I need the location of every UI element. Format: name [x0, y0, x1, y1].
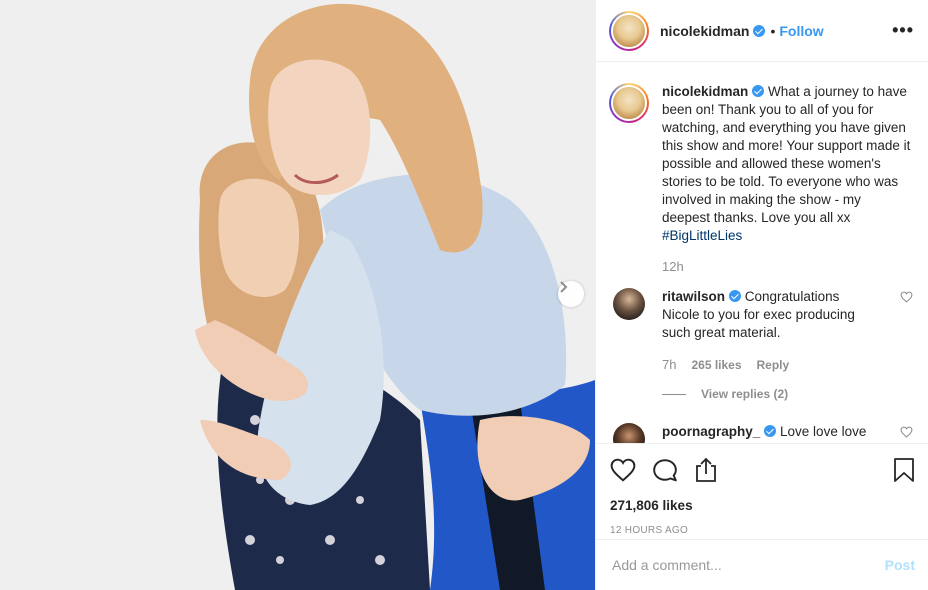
- follow-button[interactable]: Follow: [779, 23, 823, 39]
- comment-username[interactable]: ritawilson: [662, 289, 725, 304]
- comment-item: ritawilson Congratulations Nicole to you…: [609, 288, 913, 403]
- likes-count[interactable]: 271,806 likes: [610, 498, 915, 513]
- post-actions: 271,806 likes 12 HOURS AGO: [596, 443, 928, 536]
- post-photo[interactable]: [0, 0, 595, 590]
- post-header: nicolekidman • Follow •••: [596, 0, 928, 62]
- comment-icon: [653, 459, 677, 482]
- reply-button[interactable]: Reply: [757, 358, 790, 372]
- comment-text: Love love love: [780, 424, 867, 439]
- hashtag-link[interactable]: #BigLittleLies: [662, 228, 742, 243]
- comment-meta: 7h 265 likes Reply: [662, 356, 877, 374]
- comment-input[interactable]: Add a comment...: [612, 557, 722, 573]
- like-button[interactable]: [610, 458, 636, 482]
- caption-username[interactable]: nicolekidman: [662, 84, 748, 99]
- caption: nicolekidman What a journey to have been…: [609, 83, 913, 276]
- more-options-button[interactable]: •••: [892, 20, 914, 41]
- avatar[interactable]: [613, 423, 645, 443]
- heart-icon[interactable]: [900, 291, 913, 303]
- view-replies-label: View replies (2): [701, 387, 789, 401]
- next-photo-button[interactable]: [558, 281, 584, 307]
- separator-dot: •: [770, 22, 776, 39]
- verified-badge-icon: [753, 24, 766, 37]
- verified-badge-icon: [729, 290, 742, 302]
- bookmark-icon: [894, 458, 914, 482]
- save-button[interactable]: [893, 457, 915, 483]
- header-username[interactable]: nicolekidman: [660, 23, 749, 39]
- post-side-panel: nicolekidman • Follow ••• nicolekidman W…: [595, 0, 928, 590]
- comment-likes[interactable]: 265 likes: [691, 358, 741, 372]
- view-replies-button[interactable]: View replies (2): [662, 385, 877, 403]
- avatar[interactable]: [613, 288, 645, 320]
- verified-badge-icon: [752, 85, 765, 97]
- avatar[interactable]: [609, 10, 649, 51]
- caption-text: What a journey to have been on! Thank yo…: [662, 84, 911, 225]
- chevron-right-icon: [560, 281, 568, 293]
- divider: [662, 393, 686, 395]
- photo-illustration: [0, 0, 595, 590]
- share-icon: [696, 457, 716, 482]
- comment-time: 7h: [662, 357, 677, 372]
- avatar[interactable]: [609, 83, 649, 123]
- heart-icon[interactable]: [900, 426, 913, 438]
- heart-icon: [610, 458, 636, 482]
- verified-badge-icon: [764, 425, 777, 437]
- comment-username[interactable]: poornagraphy_: [662, 424, 760, 439]
- post-comment-button[interactable]: Post: [885, 557, 915, 573]
- caption-time: 12h: [662, 259, 684, 274]
- post-timestamp[interactable]: 12 HOURS AGO: [610, 525, 915, 536]
- comment-button[interactable]: [652, 457, 678, 483]
- comment-item: poornagraphy_ Love love love: [609, 423, 913, 443]
- add-comment-bar: Add a comment... Post: [596, 539, 928, 590]
- share-button[interactable]: [694, 457, 718, 483]
- comments-list[interactable]: nicolekidman What a journey to have been…: [596, 63, 928, 443]
